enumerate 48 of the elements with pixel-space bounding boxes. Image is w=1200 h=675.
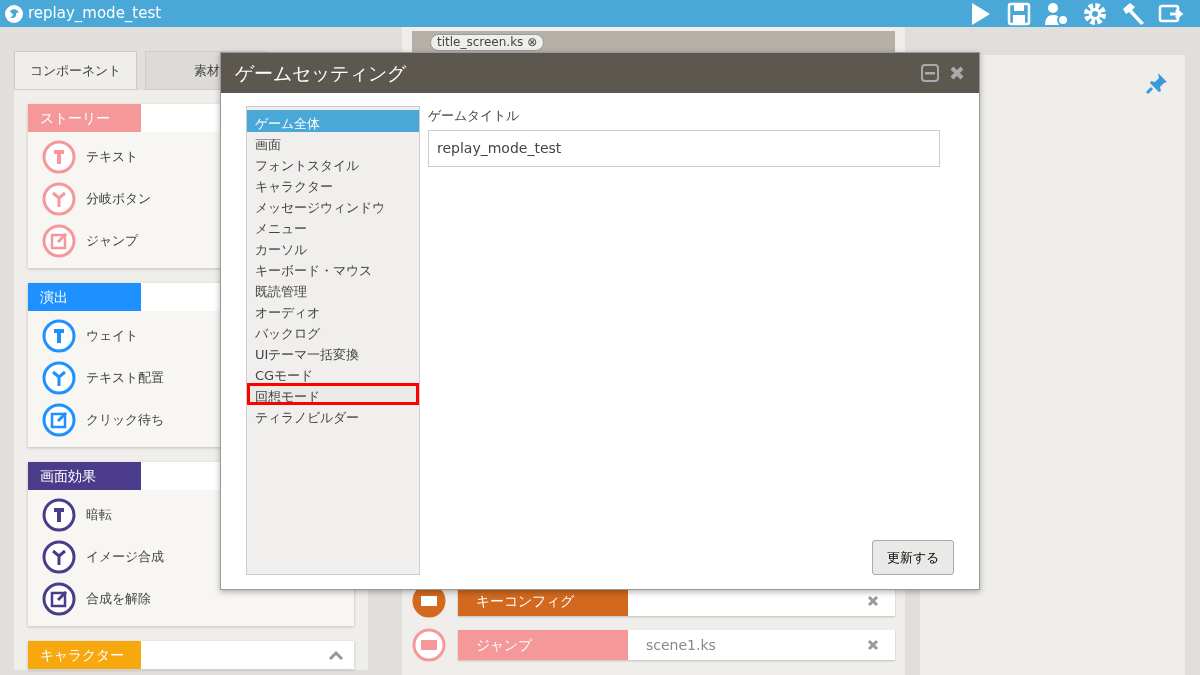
component-label[interactable]: テキスト配置 xyxy=(86,368,164,388)
timeline-label: ジャンプ xyxy=(458,630,628,660)
close-icon[interactable] xyxy=(867,595,879,607)
update-button[interactable]: 更新する xyxy=(872,539,954,575)
menu-item[interactable]: ティラノビルダー xyxy=(247,404,419,426)
menu-item[interactable]: UIテーマ一括変換 xyxy=(247,341,419,363)
panel-tab[interactable]: コンポーネント xyxy=(14,51,137,90)
hammer-icon[interactable] xyxy=(1120,0,1146,27)
menu-item[interactable]: カーソル xyxy=(247,236,419,258)
minimize-icon[interactable] xyxy=(921,64,939,82)
close-icon[interactable] xyxy=(949,65,965,81)
component-label[interactable]: イメージ合成 xyxy=(86,547,164,567)
settings-icon[interactable] xyxy=(1082,0,1108,27)
component-icon[interactable] xyxy=(42,498,76,532)
component-icon[interactable] xyxy=(42,540,76,574)
logo-icon xyxy=(4,3,24,24)
menu-item[interactable]: 画面 xyxy=(247,131,419,153)
component-label[interactable]: クリック待ち xyxy=(86,410,164,430)
user-settings-icon[interactable] xyxy=(1044,0,1070,27)
menu-item[interactable]: メッセージウィンドウ xyxy=(247,194,419,216)
save-icon[interactable] xyxy=(1006,0,1032,27)
section-header[interactable]: 画面効果 xyxy=(28,462,141,490)
menu-item[interactable]: 既読管理 xyxy=(247,278,419,300)
component-label[interactable]: 分岐ボタン xyxy=(86,189,151,209)
component-label[interactable]: ウェイト xyxy=(86,326,138,346)
menu-item[interactable]: オーディオ xyxy=(247,299,419,321)
menu-item[interactable]: バックログ xyxy=(247,320,419,342)
title-field[interactable]: replay_mode_test xyxy=(428,129,940,167)
pin-icon[interactable] xyxy=(1145,71,1169,95)
component-label[interactable]: 暗転 xyxy=(86,505,112,525)
field-label: ゲームタイトル xyxy=(428,107,520,125)
menu-item[interactable]: 回想モード xyxy=(247,383,419,405)
chevron-up-icon[interactable] xyxy=(328,650,344,660)
component-label[interactable]: テキスト xyxy=(86,147,138,167)
component-icon[interactable] xyxy=(42,582,76,616)
component-label[interactable]: ジャンプ xyxy=(86,231,138,251)
menu-item[interactable]: メニュー xyxy=(247,215,419,237)
menu-item[interactable]: キャラクター xyxy=(247,173,419,195)
app-title: replay_mode_test xyxy=(28,3,162,25)
file-tab[interactable]: title_screen.ks ⊗ xyxy=(430,34,545,51)
menu-item[interactable]: キーボード・マウス xyxy=(247,257,419,279)
timeline-value: scene1.ks xyxy=(646,636,716,653)
menu-item[interactable]: フォントスタイル xyxy=(247,152,419,174)
component-label[interactable]: 合成を解除 xyxy=(86,589,151,609)
timeline-row[interactable]: ジャンプ scene1.ks xyxy=(458,630,895,660)
timeline-node-icon xyxy=(412,628,446,662)
close-icon[interactable] xyxy=(867,639,879,651)
menu-item[interactable]: CGモード xyxy=(247,362,419,384)
